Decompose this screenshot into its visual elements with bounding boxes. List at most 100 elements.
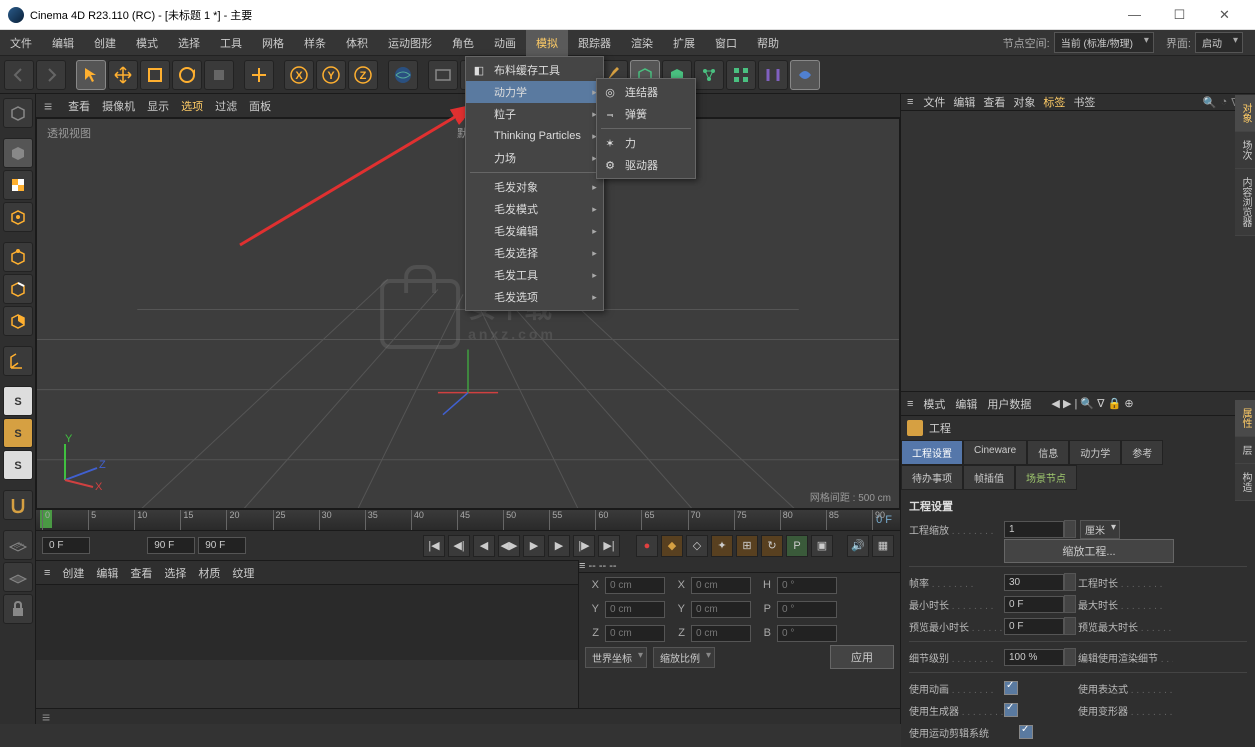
dropdown-node_space_value[interactable]: 当前 (标准/物理) xyxy=(1054,32,1154,53)
goto-start[interactable]: |◀ xyxy=(423,535,445,557)
menu-体积[interactable]: 体积 xyxy=(336,30,378,56)
menu-item-力[interactable]: ✶力 xyxy=(597,132,695,154)
mat-menu-创建[interactable]: 创建 xyxy=(62,568,84,580)
pla-key[interactable]: ▣ xyxy=(811,535,833,557)
snap[interactable]: S xyxy=(3,450,33,480)
menu-运动图形[interactable]: 运动图形 xyxy=(378,30,442,56)
poly-mode[interactable] xyxy=(3,306,33,336)
obj-menu-标签[interactable]: 标签 xyxy=(1043,97,1065,109)
spinner[interactable] xyxy=(1064,573,1076,591)
rot-key[interactable]: ↻ xyxy=(761,535,783,557)
obj-menu-文件[interactable]: 文件 xyxy=(923,97,945,109)
mat-menu-选择[interactable]: 选择 xyxy=(164,568,186,580)
menu-角色[interactable]: 角色 xyxy=(442,30,484,56)
tab-信息[interactable]: 信息 xyxy=(1027,440,1069,465)
use-gen-check[interactable] xyxy=(1004,703,1018,717)
menu-item-连结器[interactable]: ◎连结器 xyxy=(597,81,695,103)
move-tool[interactable] xyxy=(108,60,138,90)
axis-lock[interactable] xyxy=(244,60,274,90)
size-y[interactable] xyxy=(691,601,751,618)
scale-key[interactable]: ⊞ xyxy=(736,535,758,557)
workplane-2[interactable] xyxy=(3,562,33,592)
tab-工程设置[interactable]: 工程设置 xyxy=(901,440,963,465)
range-end-field[interactable] xyxy=(147,537,195,554)
mat-menu-编辑[interactable]: 编辑 xyxy=(96,568,118,580)
tab-Cineware[interactable]: Cineware xyxy=(963,440,1027,465)
obj-menu-书签[interactable]: 书签 xyxy=(1073,97,1095,109)
vp-menu-选项[interactable]: 选项 xyxy=(181,101,203,113)
mat-menu-材质[interactable]: 材质 xyxy=(198,568,220,580)
nav-fwd-icon[interactable]: ▶ xyxy=(1063,398,1071,410)
menu-item-毛发模式[interactable]: 毛发模式 xyxy=(466,198,603,220)
menu-item-毛发选项[interactable]: 毛发选项 xyxy=(466,286,603,308)
range-start-field[interactable] xyxy=(42,537,90,554)
rotate-tool[interactable] xyxy=(172,60,202,90)
menu-模拟[interactable]: 模拟 xyxy=(526,30,568,56)
pos-z[interactable] xyxy=(605,625,665,642)
tab-帧插值[interactable]: 帧插值 xyxy=(963,465,1015,490)
prev-frame[interactable]: ◀ xyxy=(473,535,495,557)
film-button[interactable]: ▦ xyxy=(872,535,894,557)
eye-icon[interactable]: ◔ xyxy=(1221,96,1228,109)
tab-场景节点[interactable]: 场景节点 xyxy=(1015,465,1077,490)
menu-item-动力学[interactable]: 动力学 xyxy=(466,81,603,103)
mat-menu-查看[interactable]: 查看 xyxy=(130,568,152,580)
field[interactable] xyxy=(790,60,820,90)
tab-待办事项[interactable]: 待办事项 xyxy=(901,465,963,490)
goto-end[interactable]: ▶| xyxy=(598,535,620,557)
timeline-ruler[interactable]: 0510152025303540455055606570758085900 F xyxy=(36,510,900,530)
new-window-icon[interactable]: ⊕ xyxy=(1124,398,1133,410)
menu-渲染[interactable]: 渲染 xyxy=(621,30,663,56)
lod-field[interactable] xyxy=(1004,649,1064,666)
minimize-button[interactable]: — xyxy=(1112,1,1157,29)
pos-x[interactable] xyxy=(605,577,665,594)
menu-帮助[interactable]: 帮助 xyxy=(747,30,789,56)
menu-item-驱动器[interactable]: ⚙驱动器 xyxy=(597,154,695,176)
rtab-构造[interactable]: 构造 xyxy=(1235,464,1255,501)
keyframe-sel[interactable]: ◇ xyxy=(686,535,708,557)
tweak-mode[interactable]: S xyxy=(3,386,33,416)
render-view[interactable] xyxy=(428,60,458,90)
rot-p[interactable] xyxy=(777,601,837,618)
menu-item-毛发选择[interactable]: 毛发选择 xyxy=(466,242,603,264)
axis-mode[interactable] xyxy=(3,346,33,376)
sound-button[interactable]: 🔊 xyxy=(847,535,869,557)
spinner[interactable] xyxy=(1064,520,1076,538)
menu-工具[interactable]: 工具 xyxy=(210,30,252,56)
unit-select[interactable]: 厘米 xyxy=(1080,520,1120,539)
scale-mode-select[interactable]: 缩放比例 xyxy=(653,647,715,668)
mograph[interactable] xyxy=(694,60,724,90)
next-frame[interactable]: ▶ xyxy=(548,535,570,557)
attr-menu-用户数据[interactable]: 用户数据 xyxy=(987,399,1031,411)
rtab-内容浏览器[interactable]: 内容浏览器 xyxy=(1235,169,1255,236)
redo-button[interactable] xyxy=(36,60,66,90)
rot-h[interactable] xyxy=(777,577,837,594)
nav-back-icon[interactable]: ◀ xyxy=(1051,398,1059,410)
menu-item-布料缓存工具[interactable]: ◧布料缓存工具 xyxy=(466,59,603,81)
tab-参考[interactable]: 参考 xyxy=(1121,440,1163,465)
coord-space-select[interactable]: 世界坐标 xyxy=(585,647,647,668)
attr-menu-模式[interactable]: 模式 xyxy=(923,399,945,411)
lock-icon[interactable]: 🔒 xyxy=(1108,398,1122,410)
menu-选择[interactable]: 选择 xyxy=(168,30,210,56)
obj-menu-对象[interactable]: 对象 xyxy=(1013,97,1035,109)
menu-样条[interactable]: 样条 xyxy=(294,30,336,56)
rtab-属性[interactable]: 属性 xyxy=(1235,400,1255,437)
search-icon[interactable]: 🔍 xyxy=(1203,96,1217,109)
soft-sel[interactable]: S xyxy=(3,418,33,448)
undo-button[interactable] xyxy=(4,60,34,90)
object-tree[interactable] xyxy=(901,111,1255,391)
last-tool[interactable] xyxy=(204,60,234,90)
deformer[interactable] xyxy=(758,60,788,90)
loop-end-field[interactable] xyxy=(198,537,246,554)
menu-编辑[interactable]: 编辑 xyxy=(42,30,84,56)
autokey[interactable]: ◆ xyxy=(661,535,683,557)
close-button[interactable]: ✕ xyxy=(1202,1,1247,29)
menu-动画[interactable]: 动画 xyxy=(484,30,526,56)
texture-mode[interactable] xyxy=(3,170,33,200)
coord-system[interactable] xyxy=(388,60,418,90)
z-axis-button[interactable]: Z xyxy=(348,60,378,90)
fps-field[interactable] xyxy=(1004,574,1064,591)
prev-key[interactable]: ◀| xyxy=(448,535,470,557)
menu-item-弹簧[interactable]: ⫬弹簧 xyxy=(597,103,695,125)
